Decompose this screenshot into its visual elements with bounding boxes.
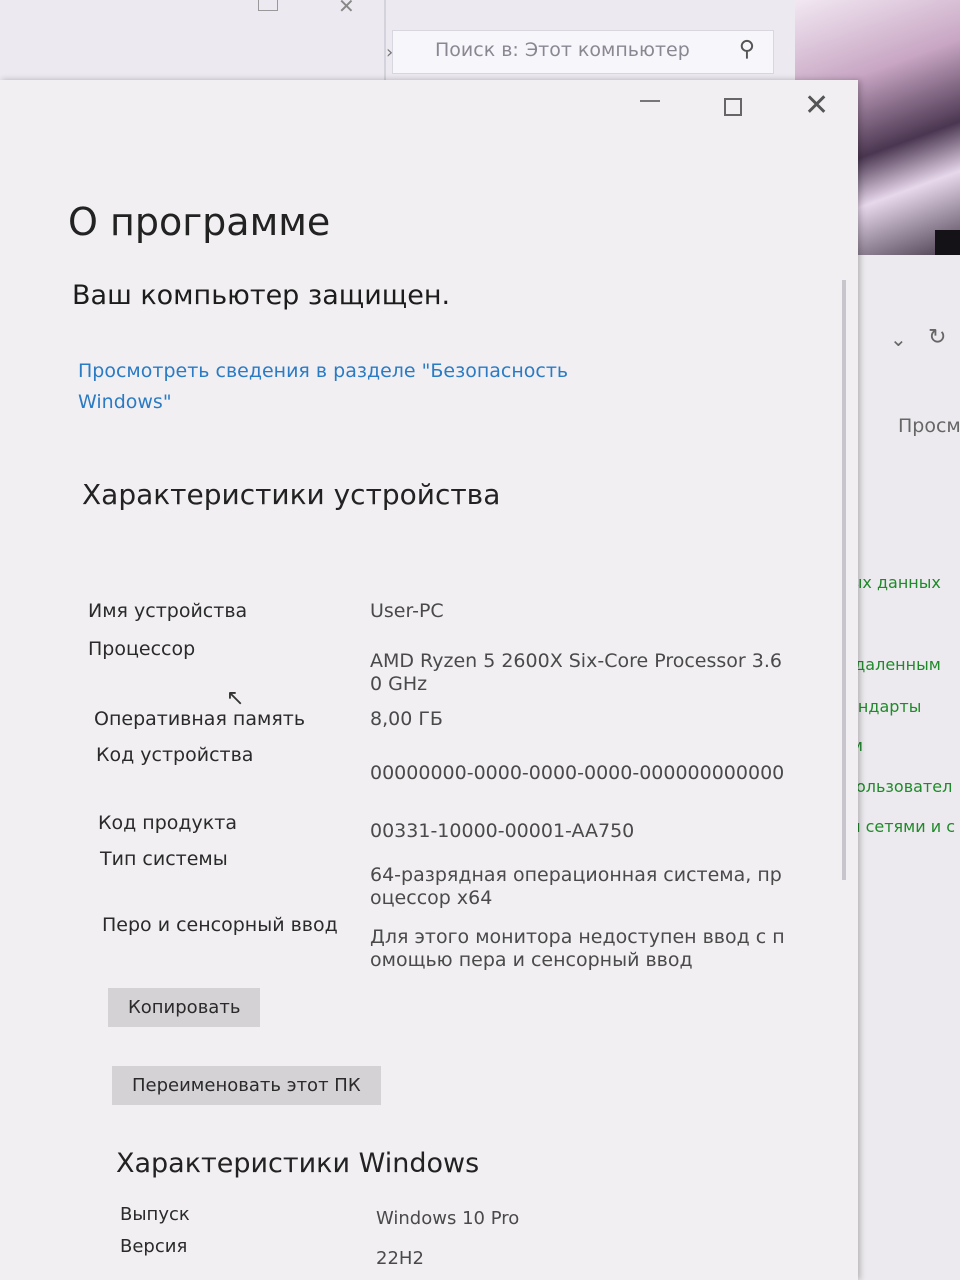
rename-pc-button[interactable]: Переименовать этот ПК	[112, 1066, 381, 1105]
spec-value: Windows 10 Pro	[376, 1208, 520, 1229]
refresh-icon[interactable]: ↻	[928, 325, 946, 350]
search-placeholder: Поиск в: Этот компьютер	[435, 39, 690, 61]
spec-value: Для этого монитора недоступен ввод с пом…	[370, 926, 785, 971]
spec-value: 64-разрядная операционная система, проце…	[370, 864, 782, 909]
spec-value: 8,00 ГБ	[370, 708, 443, 730]
protection-status: Ваш компьютер защищен.	[72, 280, 451, 311]
spec-label: Тип системы	[100, 848, 228, 870]
search-input[interactable]: Поиск в: Этот компьютер ⚲	[392, 30, 774, 74]
bg-minimize-button[interactable]	[258, 0, 278, 11]
close-icon[interactable]: ✕	[804, 88, 829, 123]
page-title: О программе	[68, 200, 331, 244]
bg-view-text: Просм	[898, 415, 960, 437]
spec-label: Имя устройства	[88, 600, 248, 622]
copy-button[interactable]: Копировать	[108, 988, 261, 1027]
spec-label: Перо и сенсорный ввод	[102, 914, 338, 936]
minimize-button[interactable]	[640, 100, 660, 102]
bg-close-icon[interactable]: ✕	[338, 0, 355, 18]
spec-label: Процессор	[88, 638, 196, 660]
maximize-button[interactable]	[724, 98, 742, 116]
scrollbar[interactable]	[842, 280, 846, 880]
spec-value: 00331-10000-00001-AA750	[370, 820, 635, 842]
spec-label: Версия	[120, 1236, 188, 1257]
windows-security-link[interactable]: Просмотреть сведения в разделе "Безопасн…	[78, 356, 598, 418]
search-icon[interactable]: ⚲	[739, 37, 755, 62]
spec-label: Код продукта	[98, 812, 237, 834]
spec-value: User-PC	[370, 600, 444, 622]
spec-value: 22H2	[376, 1248, 424, 1269]
mouse-cursor-icon: ↖	[226, 686, 245, 711]
spec-label: Выпуск	[120, 1204, 190, 1225]
device-specs-heading: Характеристики устройства	[82, 478, 501, 511]
windows-specs-heading: Характеристики Windows	[116, 1148, 480, 1179]
spec-value: 00000000-0000-0000-0000-000000000000	[370, 762, 785, 784]
spec-label: Оперативная память	[94, 708, 306, 730]
spec-value: AMD Ryzen 5 2600X Six-Core Processor 3.6…	[370, 650, 782, 695]
background-explorer-window: ✕ › Поиск в: Этот компьютер ⚲	[0, 0, 800, 90]
spec-label: Код устройства	[96, 744, 254, 766]
about-window: ✕ О программе Ваш компьютер защищен. Про…	[0, 80, 858, 1280]
chevron-down-icon[interactable]: ⌄	[890, 327, 907, 351]
